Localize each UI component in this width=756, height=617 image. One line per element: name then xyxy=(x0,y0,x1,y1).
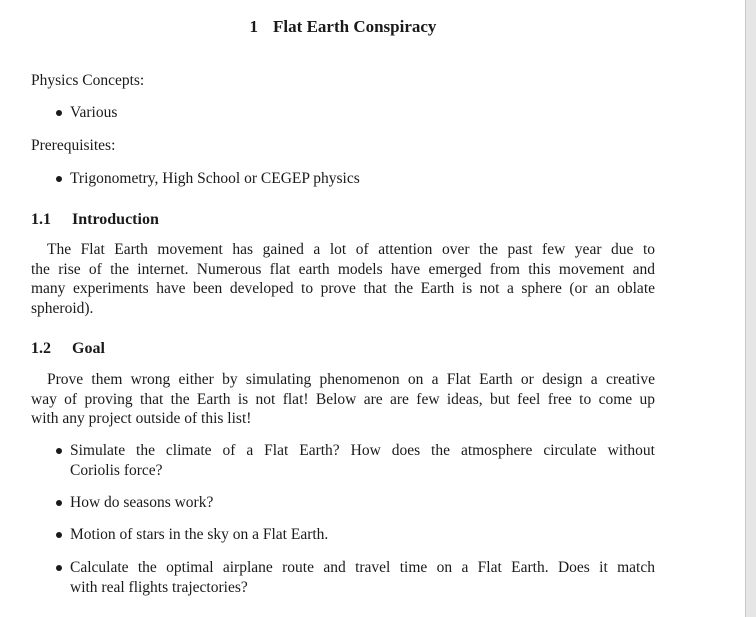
bullet-icon xyxy=(56,532,62,538)
idea-line: Calculate the optimal airplane route and… xyxy=(70,559,655,576)
section-heading-introduction: 1.1 Introduction xyxy=(31,211,159,229)
section-heading-goal: 1.2 Goal xyxy=(31,340,105,358)
page-title: 1 Flat Earth Conspiracy xyxy=(0,17,686,37)
section-number: 1.2 xyxy=(31,340,51,357)
idea-item: Calculate the optimal airplane route and… xyxy=(70,558,655,597)
bullet-icon xyxy=(56,500,62,506)
title-number: 1 xyxy=(249,17,259,36)
bullet-icon xyxy=(56,110,62,116)
bullet-icon xyxy=(56,448,62,454)
goal-paragraph: Prove them wrong either by simulating ph… xyxy=(31,370,655,429)
paragraph-line: way of proving that the Earth is not fla… xyxy=(31,390,655,408)
idea-line: Simulate the climate of a Flat Earth? Ho… xyxy=(70,442,655,459)
idea-item: How do seasons work? xyxy=(70,494,214,511)
section-number: 1.1 xyxy=(31,211,51,228)
paragraph-line: with any project outside of this list! xyxy=(31,410,252,427)
bullet-icon xyxy=(56,176,62,182)
paragraph-line: spheroid). xyxy=(31,299,94,317)
paragraph-line: the rise of the internet. Numerous flat … xyxy=(31,260,655,278)
introduction-paragraph: The Flat Earth movement has gained a lot… xyxy=(31,240,655,318)
paragraph-line: The Flat Earth movement has gained a lot… xyxy=(47,241,655,258)
physics-concepts-label: Physics Concepts: xyxy=(31,72,145,89)
prerequisite-item: Trigonometry, High School or CEGEP physi… xyxy=(70,170,360,187)
section-title: Goal xyxy=(72,340,105,357)
idea-line: with real flights trajectories? xyxy=(70,578,248,596)
page-scroll-edge xyxy=(745,0,756,617)
paragraph-line: many experiments have been developed to … xyxy=(31,280,655,297)
idea-item: Motion of stars in the sky on a Flat Ear… xyxy=(70,526,329,543)
document-page: 1 Flat Earth Conspiracy Physics Concepts:… xyxy=(0,0,745,617)
idea-item: Simulate the climate of a Flat Earth? Ho… xyxy=(70,441,655,480)
bullet-icon xyxy=(56,565,62,571)
prerequisites-label: Prerequisites: xyxy=(31,137,116,154)
idea-line: Coriolis force? xyxy=(70,461,163,479)
paragraph-line: Prove them wrong either by simulating ph… xyxy=(47,371,655,388)
physics-concept-item: Various xyxy=(70,104,118,121)
section-title: Introduction xyxy=(72,211,159,228)
title-text: Flat Earth Conspiracy xyxy=(273,17,437,36)
